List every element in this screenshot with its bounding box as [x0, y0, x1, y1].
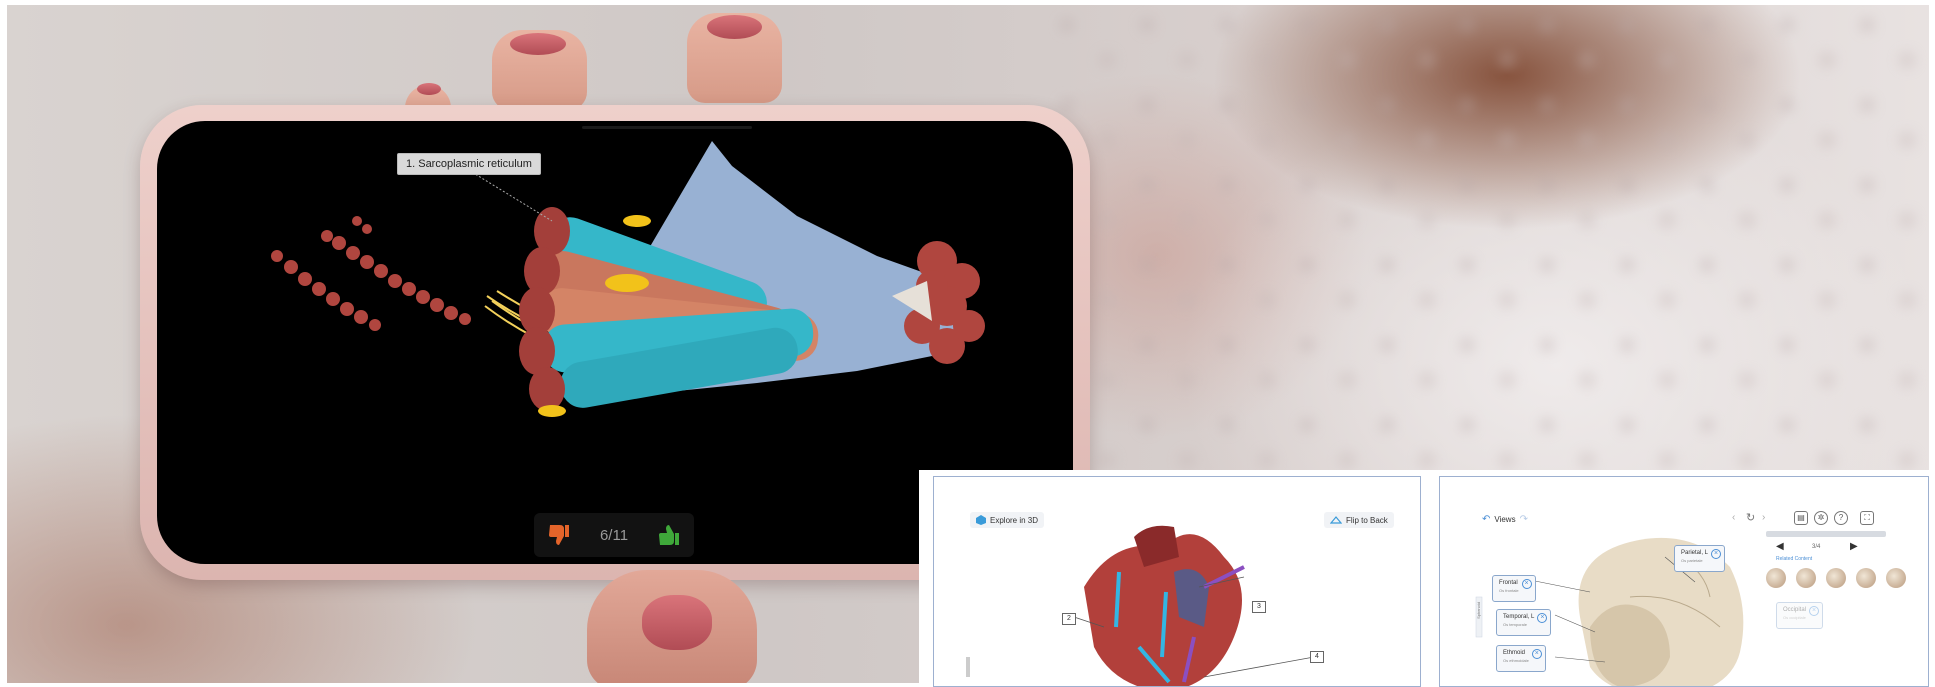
close-icon[interactable]: ×	[1711, 549, 1722, 559]
structure-tag[interactable]: 3	[1252, 601, 1266, 613]
label-ethmoid-name: Ethmoid	[1503, 650, 1526, 656]
thumb	[587, 570, 757, 683]
structure-tag[interactable]: 4	[1310, 651, 1324, 663]
label-temporal[interactable]: Temporal, L Os temporale ×	[1496, 609, 1552, 636]
label-occipital-latin: Os occipitale	[1783, 615, 1806, 620]
heart-3d-model[interactable]	[934, 477, 1421, 687]
label-parietal-latin: Os parietale	[1681, 558, 1703, 563]
close-icon[interactable]: ×	[1521, 579, 1532, 589]
structure-tag[interactable]: 2	[1062, 613, 1076, 625]
fingernail	[510, 33, 566, 55]
thumbs-down-icon[interactable]	[544, 520, 574, 550]
fingernail	[707, 15, 762, 39]
related-thumbnail[interactable]	[1796, 568, 1816, 588]
label-frontal-name: Frontal	[1499, 580, 1518, 586]
label-frontal-latin: Os frontale	[1499, 588, 1519, 593]
label-temporal-latin: Os temporale	[1503, 622, 1528, 627]
thumbs-up-icon[interactable]	[654, 520, 684, 550]
fingernail	[417, 83, 441, 95]
structure-label-callout[interactable]: 1. Sarcoplasmic reticulum	[397, 153, 541, 175]
related-thumbnails	[1766, 568, 1906, 588]
label-frontal[interactable]: Frontal Os frontale ×	[1492, 575, 1536, 602]
label-ethmoid-latin: Os ethmoidale	[1503, 658, 1529, 663]
related-thumbnail[interactable]	[1766, 568, 1786, 588]
label-occipital-name: Occipital	[1783, 607, 1807, 613]
related-thumbnail[interactable]	[1886, 568, 1906, 588]
question-counter: 6/11	[599, 526, 629, 544]
related-thumbnail[interactable]	[1826, 568, 1846, 588]
heart-view-panel: Explore in 3D Flip to Back 2 3 4	[933, 476, 1421, 687]
related-thumbnail[interactable]	[1856, 568, 1876, 588]
label-parietal-name: Parietal, L	[1681, 550, 1709, 556]
fingernail	[642, 595, 712, 650]
side-tab[interactable]: Sphenoid	[1476, 602, 1481, 619]
close-icon[interactable]: ×	[1809, 606, 1820, 616]
label-parietal[interactable]: Parietal, L Os parietale ×	[1674, 545, 1726, 572]
label-temporal-name: Temporal, L	[1503, 614, 1535, 620]
close-icon[interactable]: ×	[1537, 613, 1548, 623]
close-icon[interactable]: ×	[1531, 649, 1542, 659]
quiz-feedback-bar: 6/11	[534, 513, 694, 557]
label-occipital[interactable]: Occipital Os occipitale ×	[1776, 602, 1824, 629]
label-ethmoid[interactable]: Ethmoid Os ethmoidale ×	[1496, 645, 1546, 672]
